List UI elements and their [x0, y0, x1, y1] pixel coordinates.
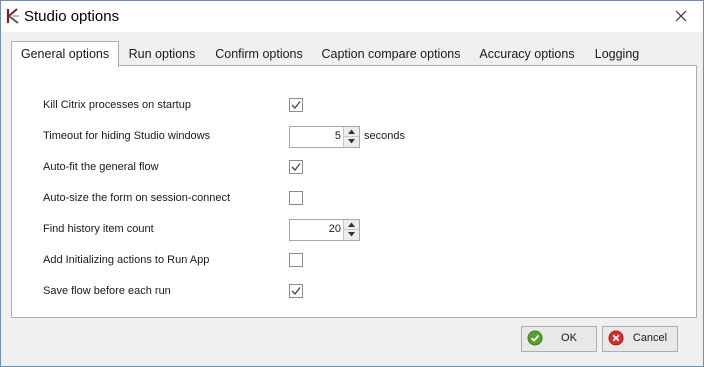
checkmark-circle-icon [527, 330, 543, 346]
close-button[interactable] [665, 3, 697, 29]
cancel-circle-icon [608, 330, 624, 346]
arrow-down-icon [348, 232, 355, 237]
app-logo-icon [6, 8, 19, 24]
arrow-down-icon [348, 139, 355, 144]
history-count-decrement-button[interactable] [344, 230, 359, 240]
auto-size-label: Auto-size the form on session-connect [43, 192, 231, 204]
arrow-up-icon [348, 129, 355, 134]
kill-citrix-checkbox[interactable] [289, 98, 303, 112]
window-title: Studio options [24, 8, 120, 25]
timeout-value: 5 [334, 130, 341, 142]
cancel-button-label: Cancel [632, 332, 668, 344]
history-count-label: Find history item count [43, 223, 154, 235]
close-icon [675, 10, 687, 22]
kill-citrix-label: Kill Citrix processes on startup [43, 99, 191, 111]
history-count-value: 20 [328, 223, 341, 235]
tab-accuracy-options[interactable]: Accuracy options [475, 43, 579, 65]
tab-general-options[interactable]: General options [11, 41, 119, 67]
checkmark-icon [291, 287, 301, 295]
timeout-increment-button[interactable] [344, 127, 359, 137]
history-count-increment-button[interactable] [344, 220, 359, 230]
save-flow-label: Save flow before each run [43, 285, 171, 297]
timeout-label: Timeout for hiding Studio windows [43, 130, 211, 142]
ok-button[interactable]: OK [521, 326, 597, 352]
tab-caption-compare-options[interactable]: Caption compare options [317, 43, 465, 65]
tab-run-options[interactable]: Run options [121, 43, 203, 65]
tab-confirm-options[interactable]: Confirm options [211, 43, 307, 65]
tab-logging[interactable]: Logging [589, 43, 645, 65]
timeout-unit: seconds [364, 130, 405, 142]
auto-fit-label: Auto-fit the general flow [43, 161, 159, 173]
checkmark-icon [291, 163, 301, 171]
title-bar: Studio options [1, 1, 703, 32]
checkmark-icon [291, 101, 301, 109]
general-options-panel: Kill Citrix processes on startup Timeout… [11, 65, 697, 318]
timeout-decrement-button[interactable] [344, 137, 359, 147]
spinner-buttons [343, 127, 359, 147]
spinner-buttons [343, 220, 359, 240]
arrow-up-icon [348, 222, 355, 227]
history-count-spinner[interactable]: 20 [289, 219, 360, 241]
ok-button-label: OK [561, 332, 577, 344]
add-init-checkbox[interactable] [289, 253, 303, 267]
timeout-spinner[interactable]: 5 [289, 126, 360, 148]
cancel-button[interactable]: Cancel [602, 326, 678, 352]
auto-size-checkbox[interactable] [289, 191, 303, 205]
save-flow-checkbox[interactable] [289, 284, 303, 298]
studio-options-dialog: Studio options General options Run optio… [0, 0, 704, 367]
auto-fit-checkbox[interactable] [289, 160, 303, 174]
add-init-label: Add Initializing actions to Run App [43, 254, 210, 266]
